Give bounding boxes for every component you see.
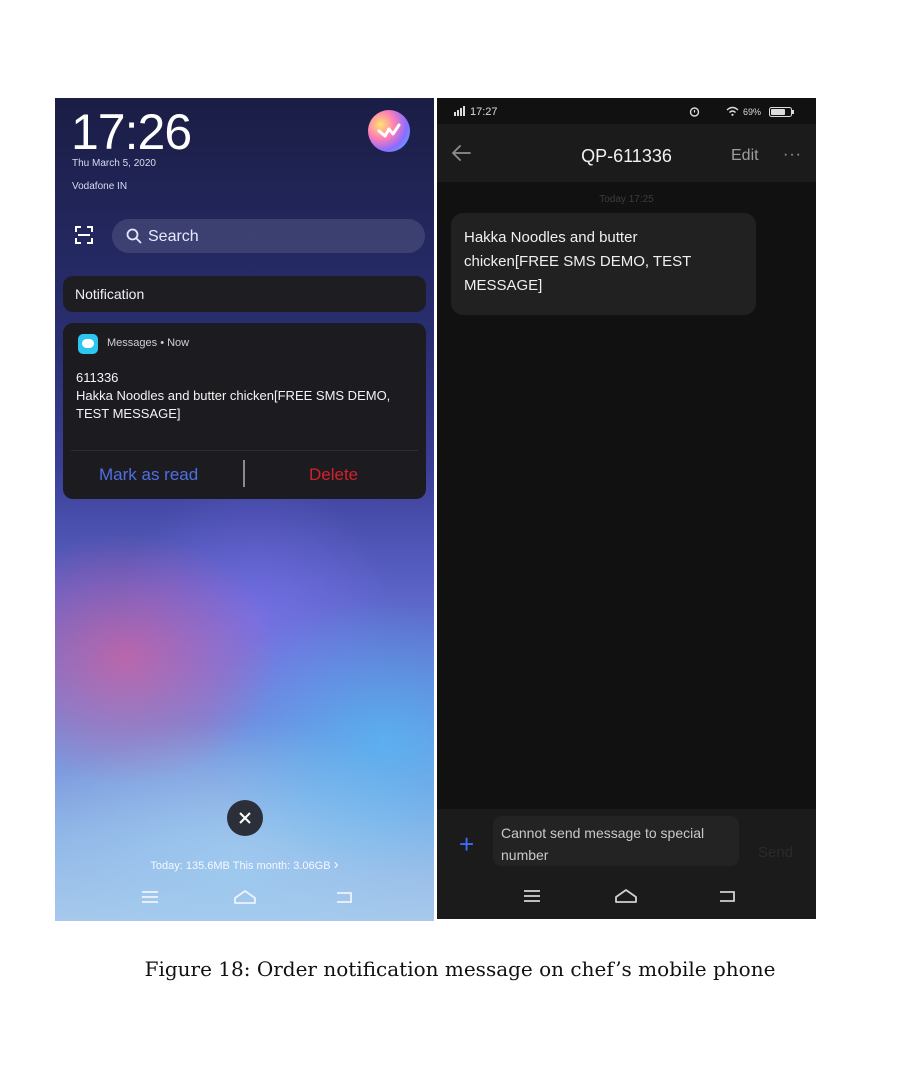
send-button[interactable]: Send [758, 844, 793, 861]
notification-section-header: Notification [63, 276, 426, 312]
menu-icon[interactable] [141, 890, 159, 904]
clock-time: 17:26 [71, 104, 192, 160]
data-usage-label[interactable]: Today: 135.6MB This month: 3.06GB › [55, 856, 434, 873]
wifi-icon [726, 106, 739, 116]
notification-app-label: Messages • Now [107, 337, 190, 349]
battery-percent: 69% [743, 107, 762, 117]
return-icon[interactable] [335, 890, 353, 904]
figure-caption: Figure 18: Order notification message on… [144, 957, 776, 981]
status-time: 17:27 [470, 106, 498, 118]
message-bubble[interactable]: Hakka Noodles and butter chicken[FREE SM… [451, 213, 756, 315]
notification-header-label: Notification [75, 286, 145, 302]
signal-icon [454, 106, 465, 116]
mark-as-read-button[interactable]: Mark as read [99, 465, 198, 485]
delete-button[interactable]: Delete [309, 465, 358, 485]
notification-sender: 611336 [76, 370, 119, 385]
edit-button[interactable]: Edit [731, 147, 759, 165]
add-attachment-button[interactable]: + [459, 831, 474, 857]
message-input-placeholder: Cannot send message to special number [501, 825, 705, 863]
card-divider [71, 450, 418, 451]
carrier-label: Vodafone IN [72, 181, 128, 192]
more-options-button[interactable]: ··· [783, 146, 802, 164]
message-input[interactable]: Cannot send message to special number [493, 816, 739, 866]
message-timestamp: Today 17:25 [599, 194, 654, 205]
message-text: Hakka Noodles and butter chicken[FREE SM… [464, 229, 691, 294]
search-icon [126, 228, 142, 244]
notification-body: Hakka Noodles and butter chicken[FREE SM… [76, 388, 391, 421]
assistant-avatar-icon[interactable] [368, 110, 410, 152]
battery-icon [769, 107, 794, 117]
scan-icon[interactable] [75, 226, 93, 244]
return-icon[interactable] [718, 889, 736, 903]
messages-screen: 17:27 69% QP-611336 Edit ··· Today 17:25… [437, 98, 816, 919]
alarm-icon [689, 107, 700, 117]
data-usage-text: Today: 135.6MB This month: 3.06GB [150, 860, 331, 872]
home-icon[interactable] [233, 889, 257, 905]
clear-notifications-button[interactable] [227, 800, 263, 836]
date-label: Thu March 5, 2020 [72, 158, 156, 169]
search-placeholder: Search [148, 228, 199, 245]
action-separator [243, 460, 245, 487]
notification-shade-screen: 17:26 Thu March 5, 2020 Vodafone IN Sear… [55, 98, 434, 921]
menu-icon[interactable] [523, 889, 541, 903]
home-icon[interactable] [614, 888, 638, 904]
chevron-right-icon: › [333, 856, 339, 873]
close-icon [239, 812, 251, 824]
search-input[interactable]: Search [112, 219, 425, 253]
messages-app-icon [78, 334, 98, 354]
conversation-title: QP-611336 [581, 146, 672, 166]
status-bar: 17:27 69% [437, 98, 816, 124]
message-notification-card[interactable]: Messages • Now 611336 Hakka Noodles and … [63, 323, 426, 499]
